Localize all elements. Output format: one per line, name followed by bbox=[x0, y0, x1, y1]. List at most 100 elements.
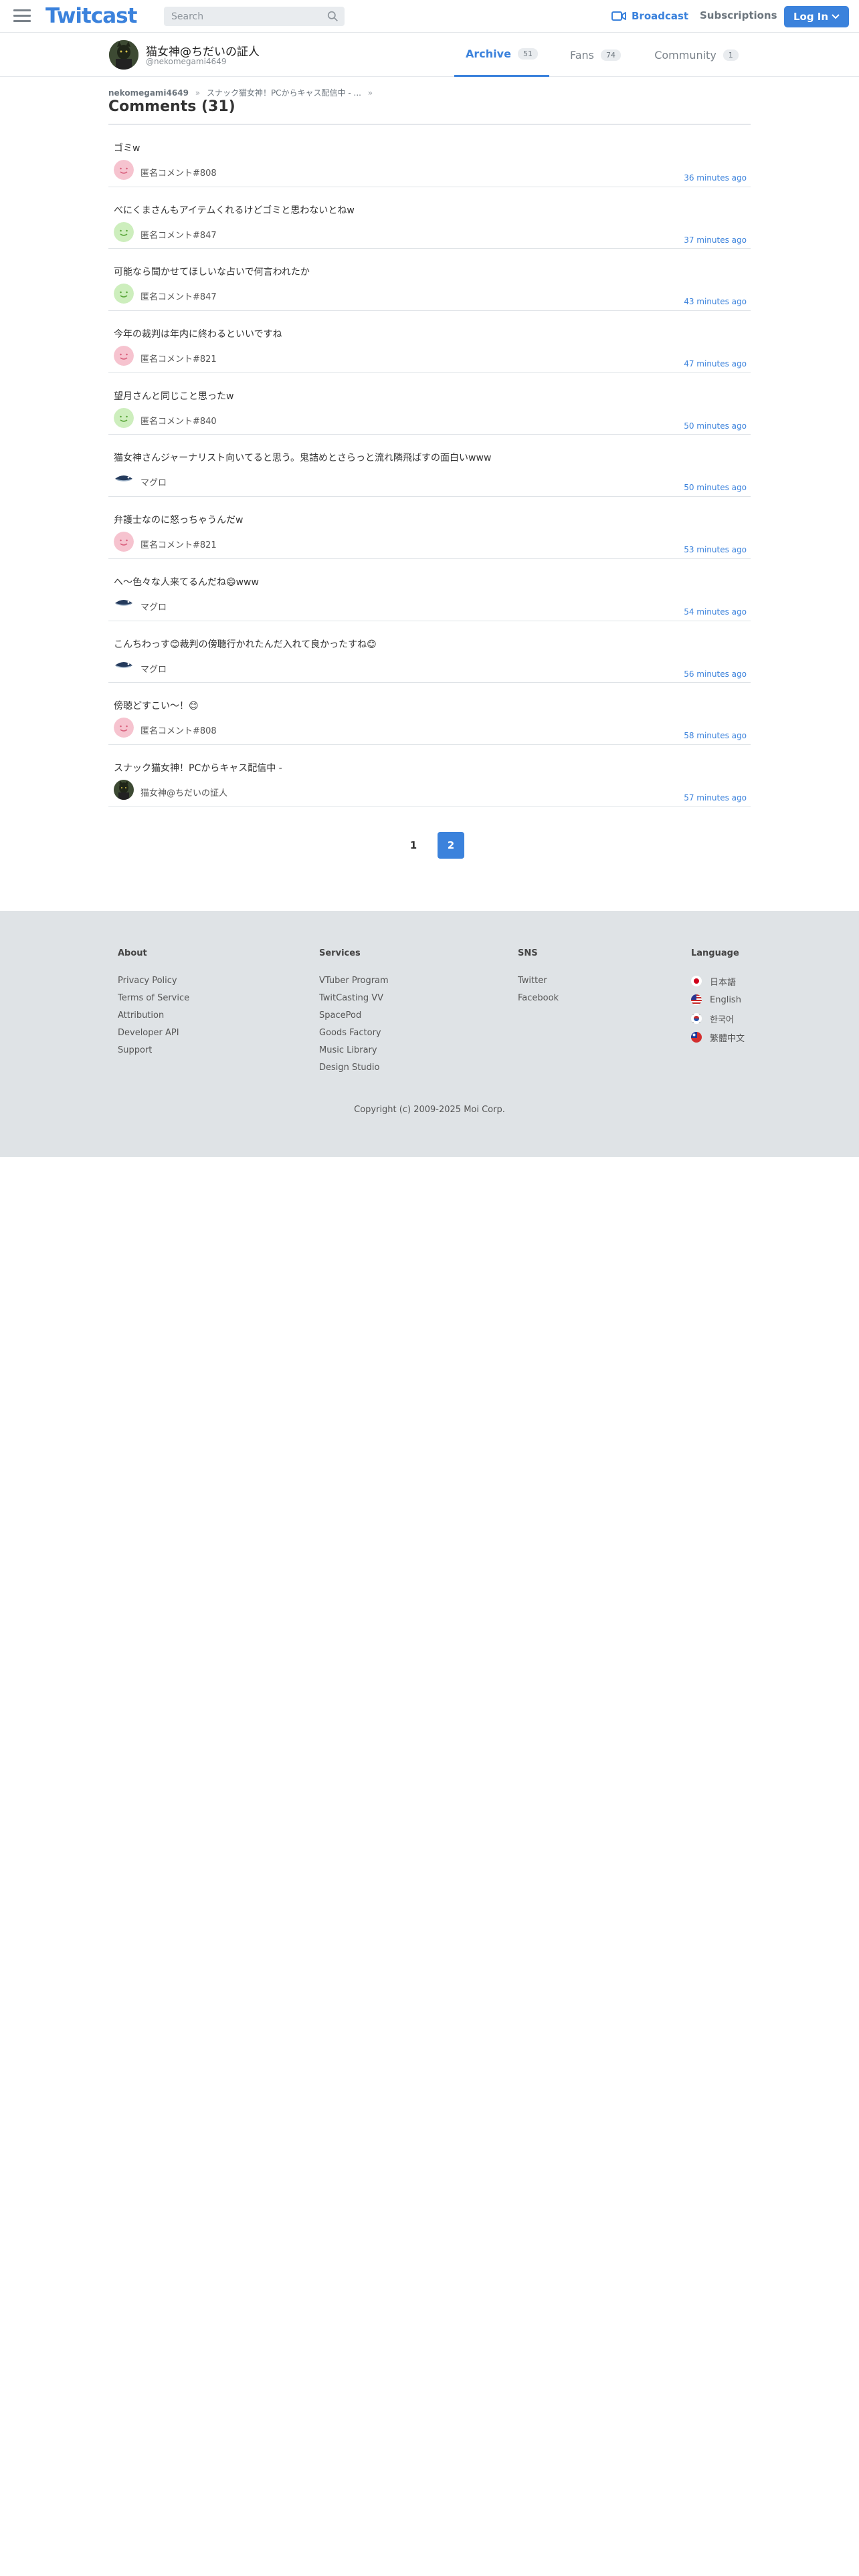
tab-fans[interactable]: Fans 74 bbox=[559, 33, 632, 77]
footer-link-developer-api[interactable]: Developer API bbox=[118, 1028, 189, 1038]
comment-text: 望月さんと同じこと思ったw bbox=[114, 391, 234, 402]
commenter-avatar[interactable] bbox=[114, 779, 134, 800]
comment-timestamp[interactable]: 50 minutes ago bbox=[684, 421, 747, 431]
breadcrumb: nekomegami4649 » スナック猫女神！PCからキャス配信中 - ..… bbox=[108, 87, 377, 98]
commenter-avatar[interactable] bbox=[114, 469, 134, 490]
broadcast-button[interactable]: Broadcast bbox=[611, 9, 688, 23]
comment-text: スナック猫女神！PCからキャス配信中 - bbox=[114, 762, 282, 774]
page-button-1[interactable]: 1 bbox=[400, 832, 427, 859]
footer-heading: Services bbox=[319, 948, 361, 958]
page-title: Comments (31) bbox=[108, 98, 235, 115]
language-label: 한국어 bbox=[710, 1014, 734, 1025]
commenter-avatar[interactable] bbox=[114, 532, 134, 552]
comment-item: 可能なら聞かせてほしいな占いで何言われたか匿名コメント#847 43 minute… bbox=[108, 249, 751, 312]
language-option-korean[interactable]: 한국어 bbox=[691, 1013, 745, 1025]
login-button[interactable]: Log In bbox=[784, 6, 849, 27]
comment-item: 傍聴どすこい〜！😊 匿名コメント#808 58 minutes ago bbox=[108, 683, 751, 745]
footer-link-music-library[interactable]: Music Library bbox=[319, 1045, 389, 1055]
commenter-avatar[interactable] bbox=[114, 407, 134, 428]
twitcast-logo[interactable]: Twitcast bbox=[45, 4, 137, 28]
commenter-name[interactable]: 匿名コメント#808 bbox=[140, 724, 217, 736]
footer-link-design-studio[interactable]: Design Studio bbox=[319, 1063, 389, 1073]
footer-sns: SNS Twitter Facebook bbox=[518, 948, 559, 1010]
comment-text: 可能なら聞かせてほしいな占いで何言われたか bbox=[114, 267, 310, 278]
pagination: 12 bbox=[400, 832, 464, 859]
commenter-avatar[interactable] bbox=[114, 718, 134, 738]
commenter-avatar[interactable] bbox=[114, 655, 134, 676]
commenter-avatar[interactable] bbox=[114, 346, 134, 366]
comment-timestamp[interactable]: 37 minutes ago bbox=[684, 235, 747, 245]
user-avatar[interactable] bbox=[109, 40, 138, 70]
subscriptions-link[interactable]: Subscriptions bbox=[700, 9, 777, 21]
footer-link-twitter[interactable]: Twitter bbox=[518, 976, 559, 986]
commenter-name[interactable]: マグロ bbox=[140, 600, 167, 613]
language-option-japanese[interactable]: 日本語 bbox=[691, 976, 745, 988]
footer-link-twitcasting-vv[interactable]: TwitCasting VV bbox=[319, 993, 389, 1003]
comment-text: ゴミw bbox=[114, 143, 140, 154]
footer-link-privacy-policy[interactable]: Privacy Policy bbox=[118, 976, 189, 986]
comment-item: 今年の裁判は年内に終わるといいですね匿名コメント#821 47 minutes a… bbox=[108, 311, 751, 373]
commenter-name[interactable]: 匿名コメント#808 bbox=[140, 166, 217, 179]
taiwan-flag-icon bbox=[691, 1032, 702, 1043]
breadcrumb-user[interactable]: nekomegami4649 bbox=[108, 88, 189, 98]
tab-archive[interactable]: Archive 51 bbox=[454, 33, 549, 77]
comment-text: 弁護士なのに怒っちゃうんだw bbox=[114, 515, 244, 526]
search-icon[interactable] bbox=[327, 11, 339, 22]
commenter-name[interactable]: マグロ bbox=[140, 662, 167, 675]
commenter-avatar[interactable] bbox=[114, 593, 134, 614]
video-camera-icon bbox=[611, 11, 626, 21]
footer-link-spacepod[interactable]: SpacePod bbox=[319, 1010, 389, 1021]
footer-link-attribution[interactable]: Attribution bbox=[118, 1010, 189, 1021]
commenter-name[interactable]: 猫女神@ちだいの証人 bbox=[140, 786, 227, 798]
comment-timestamp[interactable]: 54 minutes ago bbox=[684, 607, 747, 617]
comment-timestamp[interactable]: 47 minutes ago bbox=[684, 359, 747, 368]
comment-item: 弁護士なのに怒っちゃうんだw 匿名コメント#821 53 minutes ago bbox=[108, 497, 751, 559]
language-option-english[interactable]: English bbox=[691, 994, 745, 1005]
comment-timestamp[interactable]: 56 minutes ago bbox=[684, 669, 747, 679]
tab-label: Fans bbox=[569, 48, 594, 62]
tab-community[interactable]: Community 1 bbox=[646, 33, 747, 77]
footer-language: Language 日本語 English 한국어 繁體中文 bbox=[691, 948, 745, 1051]
top-navbar: Twitcast Broadcast Subscriptions Log In bbox=[0, 0, 859, 33]
comment-timestamp[interactable]: 58 minutes ago bbox=[684, 731, 747, 740]
comment-list: ゴミw 匿名コメント#808 36 minutes ago べにくまさんもアイテムくれ… bbox=[108, 125, 751, 807]
breadcrumb-separator: » bbox=[367, 88, 373, 98]
tab-count: 51 bbox=[517, 48, 538, 60]
breadcrumb-movie[interactable]: スナック猫女神！PCからキャス配信中 - ... bbox=[207, 88, 361, 98]
commenter-name[interactable]: 匿名コメント#847 bbox=[140, 228, 217, 241]
comment-item: へ〜色々な人来てるんだね😄www マグロ 54 minutes ago bbox=[108, 559, 751, 621]
search-input[interactable] bbox=[164, 7, 318, 26]
footer-heading: Language bbox=[691, 948, 739, 958]
comment-text: 今年の裁判は年内に終わるといいですね bbox=[114, 329, 282, 340]
comment-timestamp[interactable]: 36 minutes ago bbox=[684, 173, 747, 183]
comment-text: こんちわっす😊裁判の傍聴行かれたんだ入れて良かったすね😊 bbox=[114, 639, 377, 650]
commenter-avatar[interactable] bbox=[114, 221, 134, 242]
tab-count: 74 bbox=[601, 49, 621, 61]
comment-timestamp[interactable]: 57 minutes ago bbox=[684, 793, 747, 802]
commenter-name[interactable]: マグロ bbox=[140, 475, 167, 488]
breadcrumb-separator: » bbox=[195, 88, 201, 98]
footer-link-goods-factory[interactable]: Goods Factory bbox=[319, 1028, 389, 1038]
language-option-traditional-chinese[interactable]: 繁體中文 bbox=[691, 1032, 745, 1044]
footer-link-vtuber-program[interactable]: VTuber Program bbox=[319, 976, 389, 986]
comment-item: 望月さんと同じこと思ったw 匿名コメント#840 50 minutes ago bbox=[108, 373, 751, 435]
comment-timestamp[interactable]: 53 minutes ago bbox=[684, 545, 747, 554]
commenter-name[interactable]: 匿名コメント#840 bbox=[140, 414, 217, 427]
comment-timestamp[interactable]: 50 minutes ago bbox=[684, 483, 747, 492]
footer-link-support[interactable]: Support bbox=[118, 1045, 189, 1055]
menu-icon[interactable] bbox=[13, 9, 31, 23]
chevron-down-icon bbox=[832, 14, 840, 19]
commenter-avatar[interactable] bbox=[114, 160, 134, 180]
comment-timestamp[interactable]: 43 minutes ago bbox=[684, 297, 747, 306]
comment-text: 傍聴どすこい〜！😊 bbox=[114, 701, 199, 712]
commenter-name[interactable]: 匿名コメント#821 bbox=[140, 538, 217, 550]
comment-text: 猫女神さんジャーナリスト向いてると思う。鬼詰めとさらっと流れ隣飛ばすの面白いww… bbox=[114, 453, 492, 464]
commenter-name[interactable]: 匿名コメント#847 bbox=[140, 290, 217, 302]
comment-item: こんちわっす😊裁判の傍聴行かれたんだ入れて良かったすね😊 マグロ 56 minute… bbox=[108, 621, 751, 683]
commenter-name[interactable]: 匿名コメント#821 bbox=[140, 352, 217, 364]
footer-link-terms[interactable]: Terms of Service bbox=[118, 993, 189, 1003]
commenter-avatar[interactable] bbox=[114, 284, 134, 304]
language-label: 繁體中文 bbox=[710, 1033, 745, 1044]
page-button-2[interactable]: 2 bbox=[438, 832, 464, 859]
footer-link-facebook[interactable]: Facebook bbox=[518, 993, 559, 1003]
